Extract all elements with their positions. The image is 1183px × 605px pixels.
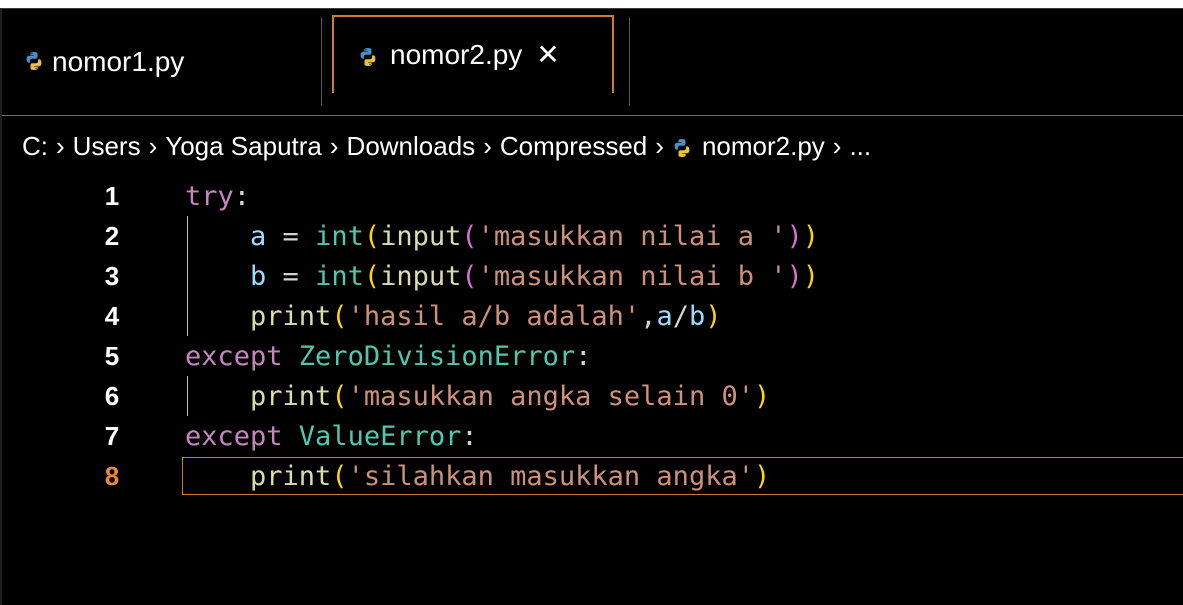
breadcrumb: C: › Users › Yoga Saputra › Downloads › Compress… — [2, 116, 1183, 176]
breadcrumb-item[interactable]: Downloads — [347, 131, 476, 162]
code-token: 'masukkan nilai b ' — [477, 260, 787, 292]
line-number: 3 — [104, 260, 120, 291]
code-token: print — [185, 300, 332, 332]
code-token: ) — [753, 380, 771, 412]
code-token: b — [185, 260, 283, 292]
breadcrumb-item[interactable]: Yoga Saputra — [165, 131, 322, 162]
code-token: ) — [705, 300, 722, 332]
code-token: try — [185, 180, 234, 212]
code-token: ( — [461, 260, 478, 292]
code-text: print('silahkan masukkan angka') — [185, 461, 770, 492]
code-token: ( — [331, 300, 348, 332]
code-token: ) — [786, 260, 803, 292]
code-token: a — [185, 220, 283, 252]
code-token: : — [233, 180, 251, 212]
code-line: 6 print('masukkan angka selain 0') — [2, 376, 1183, 416]
code-token: except — [185, 340, 299, 372]
code-token: b — [688, 300, 706, 332]
code-token: 'masukkan angka selain 0' — [347, 380, 754, 412]
code-text: a = int(input('masukkan nilai a ')) — [185, 221, 819, 252]
code-token: ) — [802, 220, 820, 252]
tab-nomor2[interactable]: nomor2.py ✕ — [332, 15, 614, 93]
line-number: 5 — [104, 340, 120, 371]
code-token: 'masukkan nilai a ' — [477, 220, 787, 252]
code-token: ) — [802, 260, 820, 292]
chevron-right-icon: › — [329, 130, 339, 161]
tab-divider — [629, 18, 630, 106]
editor-window: nomor1.py nomor2.py ✕ C: › Users › Yoga Sapu… — [0, 8, 1183, 605]
tab-label: nomor2.py — [390, 39, 523, 70]
code-line: 2 a = int(input('masukkan nilai a ')) — [2, 216, 1183, 256]
code-token: : — [461, 420, 478, 452]
code-text: print('hasil a/b adalah',a/b) — [185, 301, 722, 332]
line-number: 8 — [104, 460, 120, 491]
code-token: int — [315, 260, 364, 292]
python-icon — [674, 139, 690, 157]
code-token: ) — [786, 220, 803, 252]
code-line: 4 print('hasil a/b adalah',a/b) — [2, 296, 1183, 336]
chevron-right-icon: › — [148, 130, 158, 161]
code-token: 'silahkan masukkan angka' — [347, 460, 754, 492]
code-text: except ValueError: — [185, 421, 478, 452]
code-token: input — [380, 260, 462, 292]
code-token: input — [380, 220, 462, 252]
chevron-right-icon: › — [483, 130, 492, 161]
code-token: ( — [331, 460, 348, 492]
code-editor[interactable]: 1 try: 2 a = int(input('masukkan nilai a '… — [2, 176, 1183, 605]
code-token: ( — [363, 260, 381, 292]
code-token: : — [575, 340, 592, 372]
chevron-right-icon: › — [56, 130, 65, 161]
breadcrumb-item[interactable]: Compressed — [500, 131, 647, 162]
tab-label: nomor1.py — [52, 46, 185, 77]
code-line: 7 except ValueError: — [2, 416, 1183, 456]
code-token: 'hasil a/b adalah' — [347, 300, 641, 332]
python-icon — [26, 52, 42, 70]
breadcrumb-item[interactable]: Users — [73, 131, 141, 162]
line-number: 7 — [104, 420, 120, 451]
tab-nomor1[interactable]: nomor1.py — [2, 18, 322, 106]
code-line: 3 b = int(input('masukkan nilai b ')) — [2, 256, 1183, 296]
code-token: ZeroDivisionError — [298, 340, 576, 372]
breadcrumb-item[interactable]: C: — [22, 131, 48, 162]
code-token: except — [185, 420, 299, 452]
line-number: 6 — [104, 380, 120, 411]
code-token: ValueError — [298, 420, 462, 452]
line-number: 2 — [104, 220, 120, 251]
line-number: 4 — [104, 300, 120, 331]
code-token: , — [640, 300, 657, 332]
code-text: print('masukkan angka selain 0') — [185, 381, 770, 412]
breadcrumb-item[interactable]: ... — [849, 131, 871, 162]
code-token: int — [315, 220, 364, 252]
chevron-right-icon: › — [832, 130, 842, 161]
close-icon[interactable]: ✕ — [536, 41, 559, 69]
line-number: 1 — [104, 180, 120, 211]
code-text: b = int(input('masukkan nilai b ')) — [185, 261, 819, 292]
code-text: try: — [185, 181, 250, 212]
code-token: print — [185, 460, 332, 492]
chevron-right-icon: › — [655, 130, 664, 161]
code-token: = — [282, 260, 316, 292]
code-text: except ZeroDivisionError: — [185, 341, 591, 372]
code-token: print — [185, 380, 332, 412]
tab-bar: nomor1.py nomor2.py ✕ — [2, 9, 1183, 116]
code-token: / — [672, 300, 689, 332]
code-token: ( — [363, 220, 381, 252]
code-token: ) — [753, 460, 771, 492]
code-line: 1 try: — [2, 176, 1183, 216]
code-token: a — [656, 300, 673, 332]
python-icon — [360, 48, 376, 66]
code-token: = — [282, 220, 316, 252]
breadcrumb-item[interactable]: nomor2.py — [702, 131, 825, 162]
code-token: ( — [461, 220, 478, 252]
code-line: 8 print('silahkan masukkan angka') — [2, 456, 1183, 496]
code-line: 5 except ZeroDivisionError: — [2, 336, 1183, 376]
code-token: ( — [331, 380, 348, 412]
